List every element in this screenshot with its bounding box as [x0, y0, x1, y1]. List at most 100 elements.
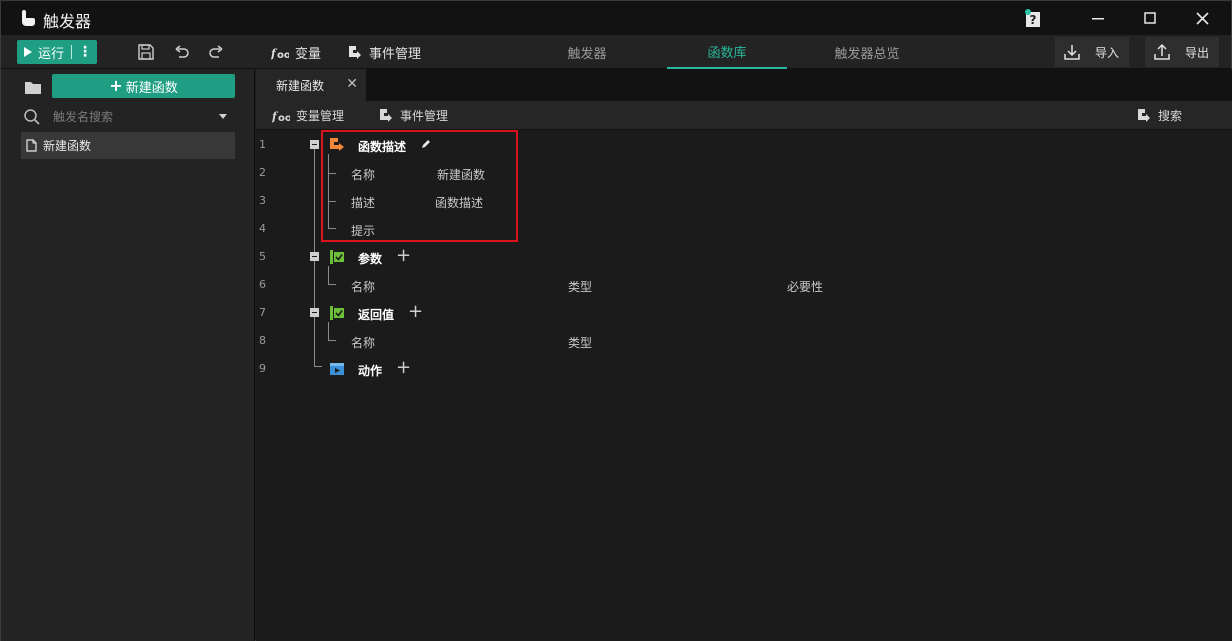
collapse-toggle[interactable] [310, 308, 319, 317]
new-function-label: 新建函数 [125, 80, 178, 96]
tab-new-function[interactable]: 新建函数 ✕ [256, 69, 366, 101]
param-col-required: 必要性 [787, 280, 824, 294]
editor-panel: 新建函数 ✕ f oo 变量管理 事件管理 搜索 1 2 3 4 5 6 7 8… [256, 69, 1232, 641]
return-col-name: 名称 [351, 336, 376, 350]
tab-trigger-overview[interactable]: 触发器总览 [807, 35, 927, 69]
event-management-button[interactable]: 事件管理 [378, 107, 448, 124]
line-number: 1 [259, 138, 266, 151]
new-function-button[interactable]: + 新建函数 [52, 74, 235, 98]
param-col-name: 名称 [351, 280, 376, 294]
line-number: 4 [259, 222, 266, 235]
sidebar-item-new-function[interactable]: 新建函数 [21, 132, 235, 159]
event-icon [349, 45, 361, 59]
chevron-down-icon[interactable] [219, 114, 227, 119]
tab-function-library-label: 函数库 [707, 45, 747, 61]
tab-close-icon[interactable]: ✕ [346, 76, 358, 92]
more-options-icon[interactable]: ⋮ [78, 45, 92, 59]
function-variable-icon: f oo [271, 47, 289, 60]
line-number: 8 [259, 334, 266, 347]
param-col-type: 类型 [568, 280, 593, 294]
minimize-button[interactable] [1073, 1, 1123, 35]
params-header: 参数 [358, 252, 383, 266]
minimize-icon [1092, 18, 1104, 20]
line-number: 6 [259, 278, 266, 291]
actions-header: 动作 [358, 364, 383, 378]
line-number: 7 [259, 306, 266, 319]
run-divider [71, 45, 73, 59]
collapse-toggle[interactable] [310, 252, 319, 261]
undo-icon[interactable] [173, 43, 191, 61]
trigger-search-input[interactable] [53, 109, 213, 125]
document-icon [26, 139, 37, 152]
play-icon [24, 47, 32, 57]
export-icon [1154, 43, 1170, 60]
variables-label: 变量 [295, 47, 322, 62]
event-search-icon [1138, 108, 1150, 122]
svg-text:?: ? [1030, 13, 1037, 27]
hand-pointer-icon [22, 10, 35, 26]
add-return-icon[interactable]: + [408, 303, 423, 321]
document-tab-bar: 新建函数 ✕ [256, 69, 1232, 101]
close-icon [1195, 11, 1209, 25]
export-button[interactable]: 导出 [1145, 37, 1219, 67]
redo-icon[interactable] [207, 43, 225, 61]
line-number: 3 [259, 194, 266, 207]
variables-button[interactable]: f oo 变量 [271, 43, 322, 63]
selection-highlight [321, 130, 518, 242]
title-bar: 触发器 ? [1, 1, 1231, 35]
line-number: 5 [259, 250, 266, 263]
child-line [328, 322, 329, 340]
maximize-button[interactable] [1125, 1, 1175, 35]
child-branch [328, 340, 336, 341]
editor-search-label: 搜索 [1158, 109, 1183, 123]
import-button[interactable]: 导入 [1055, 37, 1129, 67]
tree-branch-line [314, 366, 322, 367]
import-icon [1064, 45, 1080, 60]
folder-icon[interactable] [25, 81, 41, 94]
plus-icon: + [109, 76, 123, 95]
tab-triggers-label: 触发器 [567, 46, 607, 62]
return-col-type: 类型 [568, 336, 593, 350]
line-number: 2 [259, 166, 266, 179]
events-label: 事件管理 [369, 47, 422, 62]
run-button[interactable]: 运行 ⋮ [17, 40, 97, 64]
editor-toolbar: f oo 变量管理 事件管理 搜索 [256, 101, 1232, 130]
tab-trigger-overview-label: 触发器总览 [834, 46, 900, 62]
events-button[interactable]: 事件管理 [347, 43, 421, 62]
close-window-button[interactable] [1177, 1, 1227, 35]
tab-function-library[interactable]: 函数库 [667, 35, 787, 69]
sidebar-item-label: 新建函数 [43, 139, 92, 153]
save-icon[interactable] [137, 43, 155, 61]
main-toolbar: 运行 ⋮ f oo 变量 事件管理 触发器 函数库 触发器总览 导入 导出 [1, 35, 1231, 69]
variable-management-button[interactable]: f oo 变量管理 [272, 107, 344, 124]
svg-text:oo: oo [277, 50, 289, 60]
line-number: 9 [259, 362, 266, 375]
tab-new-function-label: 新建函数 [276, 78, 325, 93]
add-action-icon[interactable]: + [396, 359, 411, 377]
tab-triggers[interactable]: 触发器 [527, 35, 647, 69]
maximize-icon [1144, 12, 1156, 24]
returns-header: 返回值 [358, 308, 395, 322]
app-window: 触发器 ? 运行 ⋮ f oo 变量 事件管理 触发器 函数库 触发器总览 导入… [0, 0, 1232, 641]
function-variable-icon: f oo [272, 110, 290, 123]
sidebar: + 新建函数 新建函数 [1, 69, 255, 641]
child-line [328, 266, 329, 284]
action-icon [330, 363, 344, 375]
event-management-label: 事件管理 [400, 109, 449, 123]
parameter-icon [330, 250, 344, 264]
export-label: 导出 [1185, 45, 1210, 60]
editor-search-button[interactable]: 搜索 [1136, 107, 1182, 124]
event-icon [380, 108, 392, 122]
import-label: 导入 [1095, 45, 1120, 60]
help-icon[interactable]: ? [1023, 7, 1045, 29]
variable-management-label: 变量管理 [296, 109, 345, 123]
function-tree: 1 2 3 4 5 6 7 8 9 函数描述 名称 新建函数 描述 函数描述 提… [256, 130, 1232, 641]
svg-text:oo: oo [278, 113, 290, 123]
search-icon [24, 109, 40, 125]
run-label: 运行 [38, 46, 65, 62]
return-value-icon [330, 306, 344, 320]
child-branch [328, 284, 336, 285]
app-title: 触发器 [43, 12, 92, 31]
add-param-icon[interactable]: + [396, 247, 411, 265]
collapse-toggle[interactable] [310, 140, 319, 149]
